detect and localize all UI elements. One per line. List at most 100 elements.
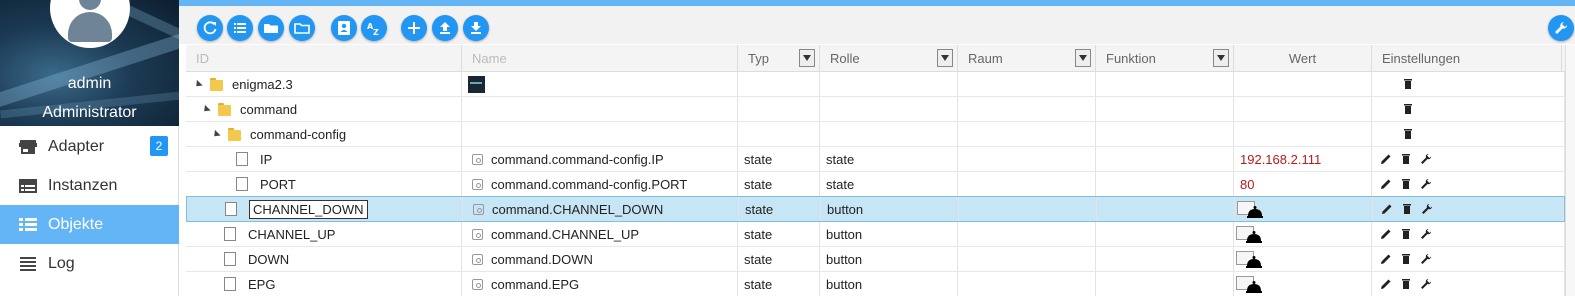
expand-triangle-icon[interactable]: [211, 129, 221, 139]
settings-button[interactable]: [1548, 15, 1574, 41]
pencil-icon: [1381, 254, 1391, 264]
typ-cell: [738, 97, 820, 121]
delete-button[interactable]: [1396, 149, 1416, 169]
press-button[interactable]: [1237, 199, 1263, 219]
contact-button[interactable]: [331, 15, 357, 41]
table-row[interactable]: command-config: [186, 122, 1565, 147]
list-view-button[interactable]: [227, 15, 253, 41]
trash-icon: [1404, 129, 1412, 139]
custom-settings-button[interactable]: [1416, 249, 1436, 269]
refresh-button[interactable]: [197, 15, 223, 41]
rolle-cell: [820, 72, 958, 96]
raum-cell: [958, 272, 1096, 296]
raum-cell: [958, 122, 1096, 146]
custom-settings-button[interactable]: [1416, 274, 1436, 294]
delete-button[interactable]: [1398, 74, 1418, 94]
table-row[interactable]: enigma2.3: [186, 72, 1565, 97]
sidebar-item-label: Log: [48, 254, 75, 272]
download-button[interactable]: [463, 15, 489, 41]
sidebar-item-label: Objekte: [48, 215, 104, 233]
table-header: ID Name Typ Rolle Raum Funktion Wert Ein…: [186, 45, 1575, 72]
folder-icon: [228, 127, 242, 141]
press-button[interactable]: [1236, 274, 1262, 294]
delete-button[interactable]: [1396, 274, 1416, 294]
add-object-button[interactable]: [401, 15, 427, 41]
state-icon: [472, 153, 483, 165]
instances-icon: [18, 177, 38, 195]
sort-az-button[interactable]: AZ: [361, 15, 387, 41]
rolle-cell: [820, 97, 958, 121]
filter-typ-select[interactable]: Typ: [738, 45, 820, 72]
wert-cell[interactable]: 192.168.2.111: [1234, 147, 1372, 171]
sidebar-item-log[interactable]: Log: [0, 244, 179, 283]
rolle-cell: button: [820, 247, 958, 271]
custom-settings-button[interactable]: [1416, 224, 1436, 244]
delete-button[interactable]: [1396, 224, 1416, 244]
expand-triangle-icon[interactable]: [201, 104, 211, 114]
funktion-cell: [1097, 197, 1235, 221]
edit-button[interactable]: [1376, 149, 1396, 169]
table-row-selected[interactable]: CHANNEL_DOWN command.CHANNEL_DOWN state …: [186, 196, 1565, 222]
typ-cell: state: [739, 197, 821, 221]
edit-button[interactable]: [1376, 274, 1396, 294]
collapse-folders-button[interactable]: [258, 15, 284, 41]
pencil-icon: [1382, 204, 1392, 214]
delete-button[interactable]: [1396, 174, 1416, 194]
table-row[interactable]: CHANNEL_UP command.CHANNEL_UP state butt…: [186, 222, 1565, 247]
raum-cell: [958, 247, 1096, 271]
delete-button[interactable]: [1398, 99, 1418, 119]
bell-icon: [1246, 281, 1262, 293]
delete-button[interactable]: [1396, 249, 1416, 269]
table-row[interactable]: IP command.command-config.IP state state…: [186, 147, 1565, 172]
avatar[interactable]: [50, 0, 130, 48]
delete-button[interactable]: [1398, 124, 1418, 144]
table-row[interactable]: DOWN command.DOWN state button: [186, 247, 1565, 272]
id-cell: EPG: [186, 272, 462, 296]
edit-button[interactable]: [1376, 174, 1396, 194]
custom-settings-button[interactable]: [1416, 149, 1436, 169]
wert-cell[interactable]: 80: [1234, 172, 1372, 196]
edit-button[interactable]: [1376, 224, 1396, 244]
name-cell: command.CHANNEL_UP: [462, 222, 738, 246]
table-row[interactable]: command: [186, 97, 1565, 122]
edit-button[interactable]: [1377, 199, 1397, 219]
table-row[interactable]: PORT command.command-config.PORT state s…: [186, 172, 1565, 197]
sidebar-item-label: Adapter: [48, 137, 105, 155]
rolle-cell: state: [820, 147, 958, 171]
delete-button[interactable]: [1397, 199, 1417, 219]
filter-funktion-select[interactable]: Funktion: [1096, 45, 1234, 72]
table-row[interactable]: EPG command.EPG state button: [186, 272, 1565, 296]
vertical-scrollbar[interactable]: [1565, 45, 1575, 296]
edit-button[interactable]: [1376, 249, 1396, 269]
expand-triangle-icon[interactable]: [193, 79, 203, 89]
sidebar-item-instanzen[interactable]: Instanzen: [0, 166, 179, 205]
filter-raum-select[interactable]: Raum: [958, 45, 1096, 72]
upload-button[interactable]: [432, 15, 458, 41]
trash-icon: [1402, 154, 1410, 164]
chevron-down-icon[interactable]: [1075, 49, 1091, 67]
chevron-down-icon[interactable]: [1213, 49, 1229, 67]
trash-icon: [1402, 179, 1410, 189]
wrench-icon: [1555, 21, 1568, 34]
object-id: PORT: [260, 176, 296, 192]
raum-cell: [958, 147, 1096, 171]
press-button[interactable]: [1236, 224, 1262, 244]
chevron-down-icon[interactable]: [937, 49, 953, 67]
user-role: Administrator: [42, 104, 137, 121]
press-button[interactable]: [1236, 249, 1262, 269]
custom-settings-button[interactable]: [1416, 174, 1436, 194]
trash-icon: [1404, 79, 1412, 89]
sidebar-item-adapter[interactable]: Adapter 2: [0, 127, 179, 166]
chevron-down-icon[interactable]: [799, 49, 815, 67]
name-cell: command.DOWN: [462, 247, 738, 271]
filter-name-input[interactable]: Name: [462, 45, 738, 72]
typ-cell: state: [738, 222, 820, 246]
custom-settings-button[interactable]: [1417, 199, 1437, 219]
typ-cell: state: [738, 247, 820, 271]
sidebar-item-objekte[interactable]: Objekte: [0, 205, 179, 244]
filter-id-input[interactable]: ID: [186, 45, 462, 72]
expand-folders-button[interactable]: [289, 15, 315, 41]
filter-rolle-select[interactable]: Rolle: [820, 45, 958, 72]
rolle-cell: state: [820, 172, 958, 196]
bell-icon: [1246, 231, 1262, 243]
